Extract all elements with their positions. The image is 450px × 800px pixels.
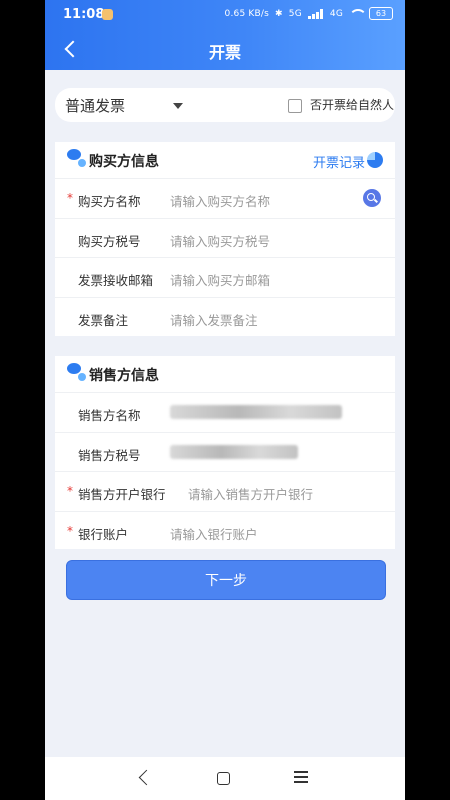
bubble-icon xyxy=(67,149,87,169)
pie-chart-icon[interactable] xyxy=(367,152,383,168)
status-time: 11:08 xyxy=(63,7,105,22)
buyer-tax-input[interactable]: 请输入购买方税号 xyxy=(170,231,270,250)
bluetooth-icon: ✱ xyxy=(275,8,283,19)
buyer-name-label: 购买方名称 xyxy=(78,194,141,209)
seller-bank-input[interactable]: 请输入销售方开户银行 xyxy=(188,484,313,503)
required-marker: * xyxy=(67,191,73,205)
signal-4g: 4G xyxy=(329,8,343,19)
seller-tax-label: 销售方税号 xyxy=(78,447,141,463)
system-navigation-bar xyxy=(45,757,405,800)
top-header: 11:08 0.65 KB/s ✱ 5G 4G 63 开票 xyxy=(45,0,405,70)
status-indicators: 0.65 KB/s ✱ 5G 4G 63 xyxy=(225,7,393,20)
seller-name-value-redacted xyxy=(170,405,342,419)
system-menu-icon[interactable] xyxy=(294,771,308,783)
seller-bank-label: 销售方开户银行 xyxy=(78,487,166,503)
buyer-tax-row: 购买方税号 请输入购买方税号 xyxy=(55,217,395,258)
nav-bar: 开票 xyxy=(45,36,405,64)
signal-5g: 5G xyxy=(288,8,302,19)
seller-name-row: 销售方名称 xyxy=(55,392,395,432)
invoice-remark-input[interactable]: 请输入发票备注 xyxy=(170,310,258,329)
seller-tax-value-redacted xyxy=(170,444,298,459)
required-marker: * xyxy=(67,524,73,539)
system-back-icon[interactable] xyxy=(138,769,155,786)
invoice-history-link[interactable]: 开票记录 xyxy=(313,152,365,171)
seller-name-label: 销售方名称 xyxy=(78,408,141,423)
buyer-info-card: 购买方信息 开票记录 * 购买方名称 请输入购买方名称 购买方税号 请输入购买方… xyxy=(55,142,395,336)
invoice-remark-row: 发票备注 请输入发票备注 xyxy=(55,297,395,337)
notification-icon xyxy=(102,9,113,20)
buyer-email-row: 发票接收邮箱 请输入购买方邮箱 xyxy=(55,257,395,297)
buyer-email-label: 发票接收邮箱 xyxy=(78,273,154,289)
seller-tax-row: 销售方税号 xyxy=(55,431,395,472)
seller-header: 销售方信息 xyxy=(55,356,395,392)
bank-account-row: * 银行账户 请输入银行账户 xyxy=(55,511,395,551)
natural-person-label[interactable]: 否开票给自然人 xyxy=(310,96,394,113)
buyer-tax-label: 购买方税号 xyxy=(78,233,141,249)
buyer-header: 购买方信息 开票记录 xyxy=(55,142,395,178)
search-icon[interactable] xyxy=(363,189,381,207)
bank-account-input[interactable]: 请输入银行账户 xyxy=(170,524,258,543)
invoice-type-card: 普通发票 否开票给自然人 xyxy=(55,88,395,122)
page-title: 开票 xyxy=(208,43,241,62)
invoice-remark-label: 发票备注 xyxy=(78,313,129,329)
dropdown-caret-icon[interactable] xyxy=(173,103,183,109)
buyer-name-row: * 购买方名称 请输入购买方名称 xyxy=(55,178,395,218)
seller-bank-row: * 销售方开户银行 请输入销售方开户银行 xyxy=(55,471,395,511)
seller-title: 销售方信息 xyxy=(89,368,159,384)
bank-account-label: 银行账户 xyxy=(78,527,129,543)
system-home-icon[interactable] xyxy=(217,772,230,785)
natural-person-checkbox[interactable] xyxy=(288,99,302,113)
next-step-button[interactable]: 下一步 xyxy=(66,560,386,600)
wifi-icon xyxy=(349,8,367,19)
battery-icon: 63 xyxy=(369,7,393,20)
buyer-email-input[interactable]: 请输入购买方邮箱 xyxy=(170,270,270,289)
app-screen: 11:08 0.65 KB/s ✱ 5G 4G 63 开票 普通发票 否开票给自… xyxy=(45,0,405,800)
signal-bars-icon xyxy=(307,8,324,19)
seller-info-card: 销售方信息 销售方名称 销售方税号 * 销售方开户银行 请输入销售方开户银行 *… xyxy=(55,356,395,549)
network-speed: 0.65 KB/s xyxy=(224,8,270,19)
bubble-icon xyxy=(67,363,87,383)
required-marker: * xyxy=(67,484,73,499)
buyer-title: 购买方信息 xyxy=(89,154,159,170)
invoice-type-select[interactable]: 普通发票 xyxy=(65,95,125,116)
status-bar: 11:08 0.65 KB/s ✱ 5G 4G 63 xyxy=(45,6,405,24)
buyer-name-input[interactable]: 请输入购买方名称 xyxy=(170,191,270,210)
